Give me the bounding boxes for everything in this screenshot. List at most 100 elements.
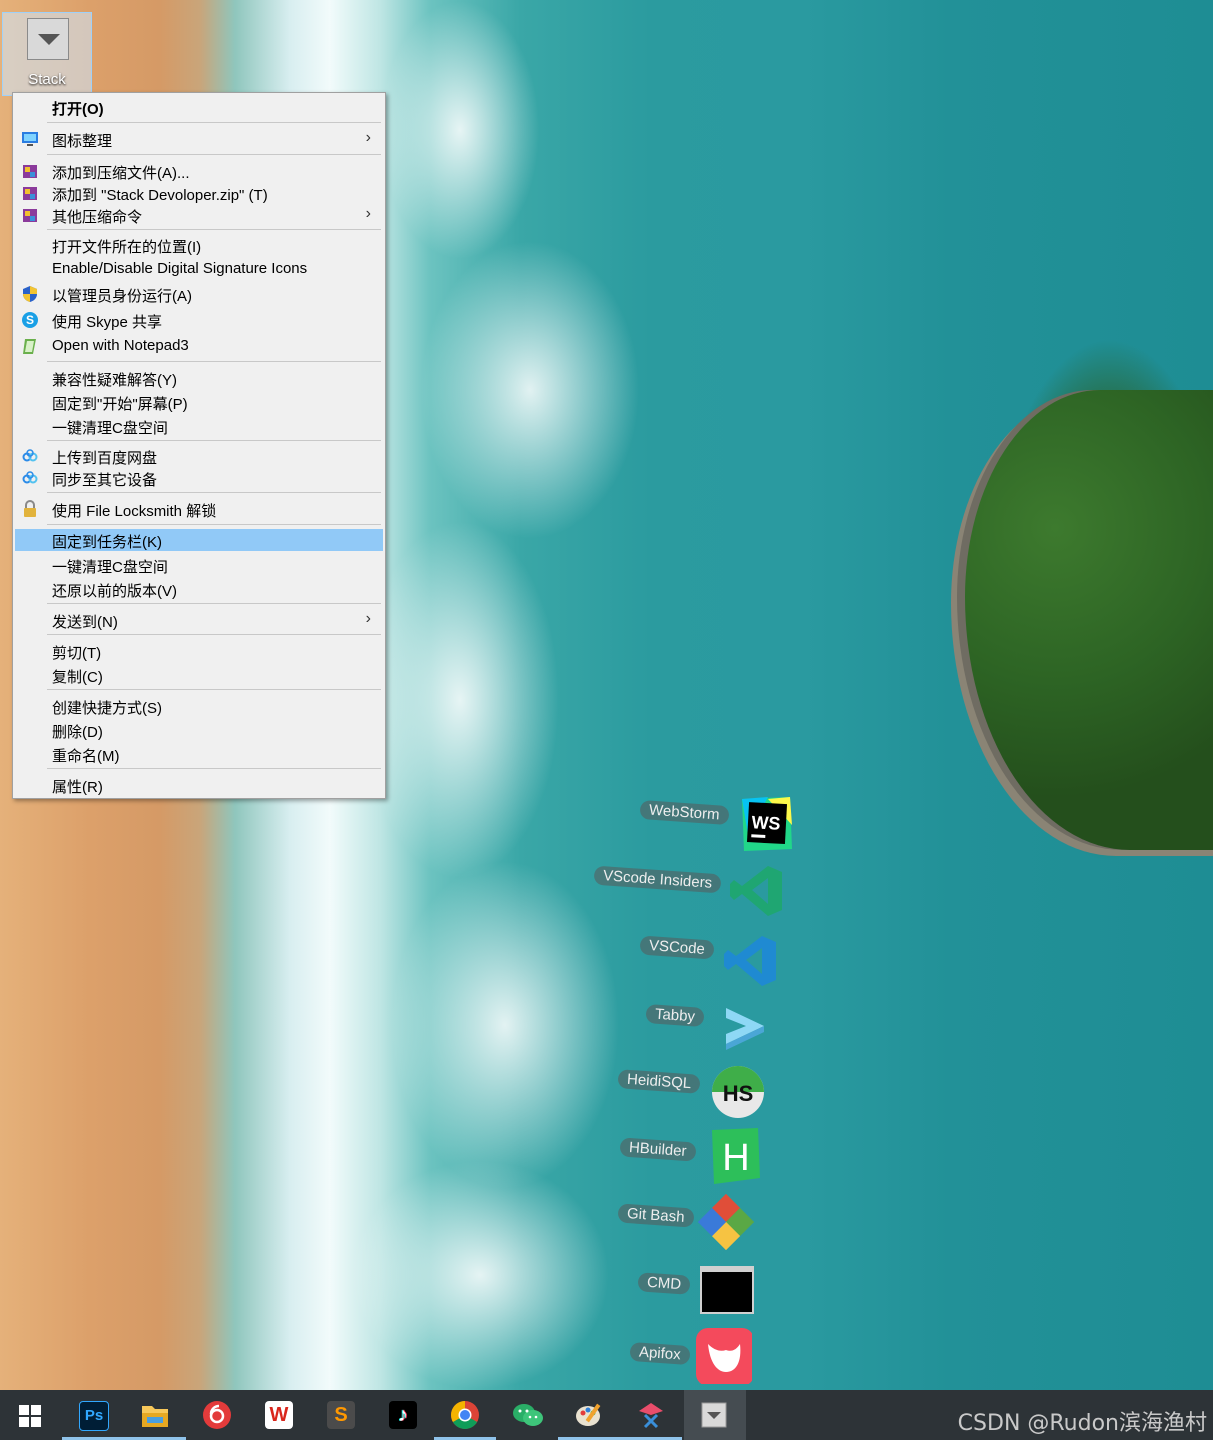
baidu-netdisk-icon xyxy=(21,447,39,465)
menu-item-label: 创建快捷方式(S) xyxy=(52,700,162,717)
winrar-icon xyxy=(21,162,39,180)
git-bash-icon xyxy=(698,1194,754,1250)
tabby-icon xyxy=(726,1008,764,1050)
menu-item-label: 还原以前的版本(V) xyxy=(52,583,177,600)
heidisql-icon: HS xyxy=(712,1066,764,1118)
svg-text:S: S xyxy=(26,313,34,327)
chevron-right-icon: › xyxy=(365,205,371,222)
menu-item-signature-icons[interactable]: Enable/Disable Digital Signature Icons xyxy=(15,258,383,280)
menu-item-properties[interactable]: 属性(R) xyxy=(15,774,383,796)
taskbar-tiktok[interactable]: ♪ xyxy=(372,1390,434,1440)
context-menu: 打开(O) 图标整理 › 添加到压缩文件(A)... 添加到 "Stack De… xyxy=(12,92,386,799)
menu-separator xyxy=(47,154,381,155)
taskbar-wps[interactable]: W xyxy=(248,1390,310,1440)
menu-separator xyxy=(47,229,381,230)
menu-item-clean-c-drive[interactable]: 一键清理C盘空间 xyxy=(15,415,383,437)
menu-separator xyxy=(47,122,381,123)
taskbar-photoshop[interactable]: Ps xyxy=(62,1390,124,1440)
menu-item-notepad3[interactable]: Open with Notepad3 xyxy=(15,335,383,357)
menu-item-label: Enable/Disable Digital Signature Icons xyxy=(52,260,308,277)
menu-item-label: Open with Notepad3 xyxy=(52,337,189,354)
hbuilder-badge: H xyxy=(722,1137,749,1179)
menu-item-label: 添加到压缩文件(A)... xyxy=(52,165,190,182)
menu-item-compat-troubleshoot[interactable]: 兼容性疑难解答(Y) xyxy=(15,367,383,389)
folder-icon xyxy=(142,1406,168,1427)
monitor-icon xyxy=(21,130,39,148)
wechat-icon xyxy=(513,1404,543,1426)
menu-item-add-to-archive[interactable]: 添加到压缩文件(A)... xyxy=(15,160,383,182)
menu-item-other-compress[interactable]: 其他压缩命令 › xyxy=(15,204,383,226)
menu-item-label: 使用 File Locksmith 解锁 xyxy=(52,503,217,520)
menu-item-open[interactable]: 打开(O) xyxy=(15,96,383,118)
wave-foam xyxy=(350,1160,610,1390)
menu-item-label: 打开文件所在的位置(I) xyxy=(52,239,202,256)
taskbar-stack[interactable] xyxy=(684,1390,746,1440)
menu-item-skype-share[interactable]: S 使用 Skype 共享 xyxy=(15,309,383,331)
wps-icon: W xyxy=(265,1401,293,1429)
menu-item-delete[interactable]: 删除(D) xyxy=(15,719,383,741)
taskbar-wechat[interactable] xyxy=(496,1390,558,1440)
notepad3-icon xyxy=(21,337,39,355)
taskbar-chrome[interactable] xyxy=(434,1390,496,1440)
menu-item-label: 删除(D) xyxy=(52,724,103,741)
menu-item-label: 以管理员身份运行(A) xyxy=(52,288,192,305)
wave-foam xyxy=(360,520,560,880)
menu-item-label: 同步至其它设备 xyxy=(52,472,158,489)
menu-item-run-as-admin[interactable]: 以管理员身份运行(A) xyxy=(15,283,383,305)
menu-separator xyxy=(47,524,381,525)
apifox-icon xyxy=(696,1328,752,1384)
stack-desktop-icon[interactable]: Stack xyxy=(2,12,92,96)
menu-item-upload-baidu[interactable]: 上传到百度网盘 xyxy=(15,445,383,467)
tiktok-icon: ♪ xyxy=(389,1401,417,1429)
menu-item-icon-arrange[interactable]: 图标整理 › xyxy=(15,128,383,150)
uac-shield-icon xyxy=(21,285,39,303)
wave-foam xyxy=(420,240,640,540)
taskbar-file-explorer[interactable] xyxy=(124,1390,186,1440)
menu-item-cut[interactable]: 剪切(T) xyxy=(15,640,383,662)
photoshop-icon: Ps xyxy=(79,1401,109,1431)
menu-separator xyxy=(47,492,381,493)
menu-item-label: 复制(C) xyxy=(52,669,103,686)
menu-item-send-to[interactable]: 发送到(N) › xyxy=(15,609,383,631)
menu-item-rename[interactable]: 重命名(M) xyxy=(15,743,383,765)
menu-item-pin-to-taskbar[interactable]: 固定到任务栏(K) xyxy=(15,529,383,551)
dock-label: WebStorm xyxy=(639,799,730,826)
menu-item-sync-devices[interactable]: 同步至其它设备 xyxy=(15,467,383,489)
menu-item-label: 一键清理C盘空间 xyxy=(52,559,168,576)
webstorm-icon: WS xyxy=(742,797,792,851)
cmd-icon xyxy=(700,1266,754,1314)
menu-item-open-location[interactable]: 打开文件所在的位置(I) xyxy=(15,234,383,256)
taskbar-sublime[interactable]: S xyxy=(310,1390,372,1440)
baidu-netdisk-icon xyxy=(21,469,39,487)
menu-item-label: 打开(O) xyxy=(52,101,104,118)
taskbar-snipaste[interactable] xyxy=(620,1390,682,1440)
menu-item-create-shortcut[interactable]: 创建快捷方式(S) xyxy=(15,695,383,717)
taskbar-paint[interactable] xyxy=(558,1390,620,1440)
stack-icon xyxy=(701,1402,727,1428)
dock-label: VScode Insiders xyxy=(593,865,722,894)
taskbar-netease-music[interactable] xyxy=(186,1390,248,1440)
start-button[interactable] xyxy=(0,1390,62,1440)
menu-item-label: 兼容性疑难解答(Y) xyxy=(52,372,177,389)
menu-item-label: 固定到任务栏(K) xyxy=(52,534,162,551)
vscode-insiders-icon xyxy=(730,866,782,916)
chevron-right-icon: › xyxy=(365,129,371,146)
netease-music-icon xyxy=(203,1401,231,1429)
menu-item-label: 添加到 "Stack Devoloper.zip" (T) xyxy=(52,187,268,204)
stack-desktop-label: Stack xyxy=(28,71,66,88)
island-image xyxy=(965,390,1213,850)
menu-item-restore-versions[interactable]: 还原以前的版本(V) xyxy=(15,578,383,600)
menu-item-copy[interactable]: 复制(C) xyxy=(15,664,383,686)
menu-item-label: 图标整理 xyxy=(52,133,113,150)
menu-item-file-locksmith[interactable]: 使用 File Locksmith 解锁 xyxy=(15,498,383,520)
menu-item-label: 上传到百度网盘 xyxy=(52,450,158,467)
paint-icon xyxy=(576,1403,601,1426)
heidisql-badge: HS xyxy=(723,1081,754,1106)
lock-icon xyxy=(21,500,39,518)
menu-item-pin-to-start[interactable]: 固定到"开始"屏幕(P) xyxy=(15,391,383,413)
stack-folder-icon xyxy=(27,18,69,60)
winrar-icon xyxy=(21,184,39,202)
menu-item-clean-c-drive[interactable]: 一键清理C盘空间 xyxy=(15,554,383,576)
menu-item-label: 使用 Skype 共享 xyxy=(52,314,163,331)
menu-item-add-to-zip[interactable]: 添加到 "Stack Devoloper.zip" (T) xyxy=(15,182,383,204)
